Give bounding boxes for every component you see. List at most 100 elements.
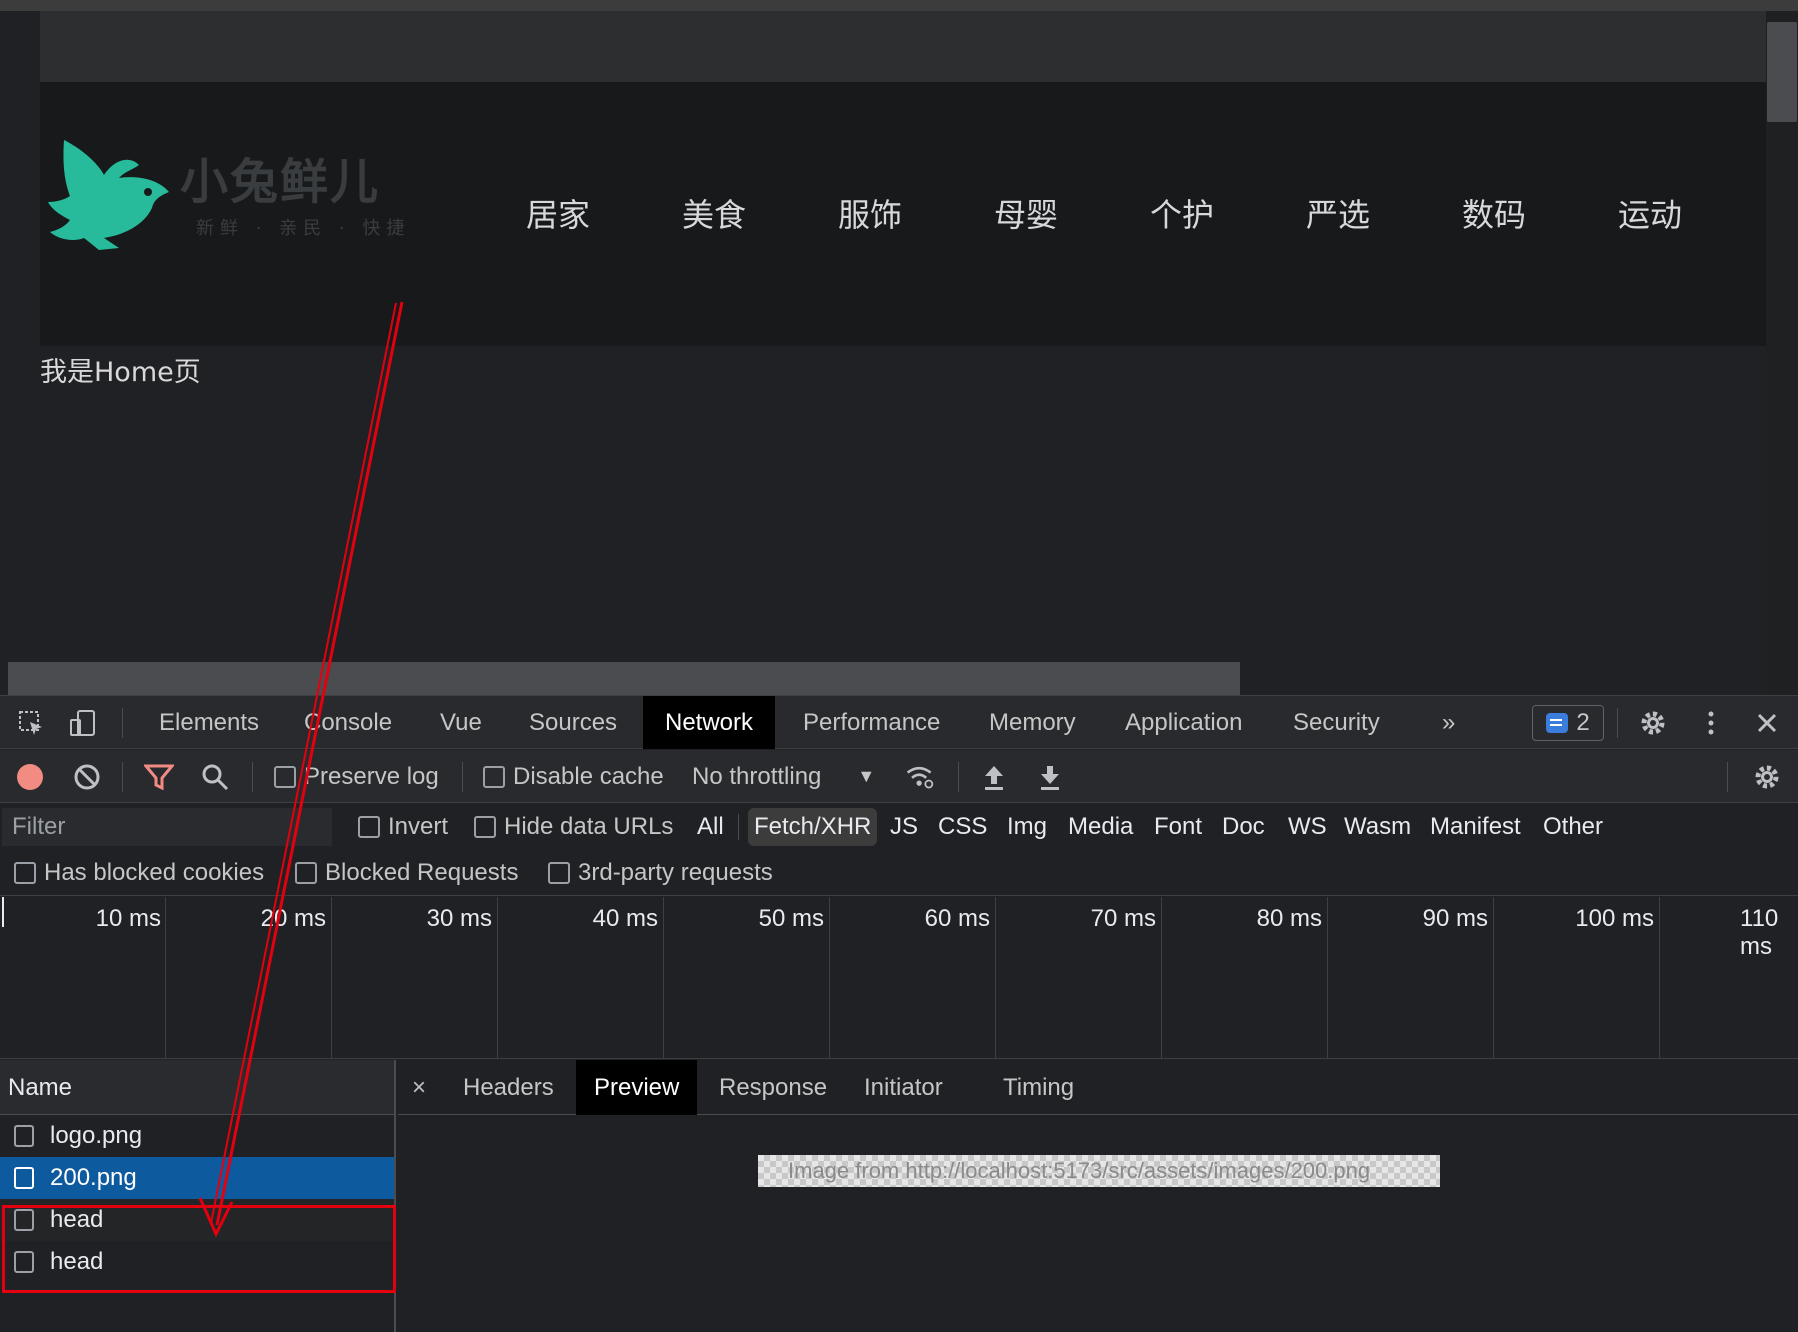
record-icon[interactable] bbox=[15, 762, 45, 792]
tick-label: 110 ms bbox=[1740, 905, 1779, 960]
settings-gear-icon[interactable] bbox=[1638, 708, 1668, 738]
request-row[interactable]: logo.png bbox=[0, 1115, 394, 1157]
blocked-requests-checkbox[interactable]: Blocked Requests bbox=[295, 850, 518, 896]
tick-label: 20 ms bbox=[260, 905, 326, 932]
third-party-requests-label: 3rd-party requests bbox=[578, 859, 773, 886]
tick-label: 40 ms bbox=[592, 905, 658, 932]
horizontal-scrollbar-thumb[interactable] bbox=[8, 662, 1240, 695]
timeline-start-marker[interactable] bbox=[2, 897, 4, 927]
filter-type-doc[interactable]: Doc bbox=[1216, 808, 1271, 846]
search-icon[interactable] bbox=[200, 762, 230, 792]
nav-item-food[interactable]: 美食 bbox=[682, 190, 838, 236]
disable-cache-checkbox[interactable]: Disable cache bbox=[483, 750, 664, 803]
tick-label: 60 ms bbox=[924, 905, 990, 932]
filter-funnel-icon[interactable] bbox=[144, 762, 174, 792]
tab-sources[interactable]: Sources bbox=[507, 696, 639, 749]
import-har-icon[interactable] bbox=[979, 762, 1009, 792]
close-devtools-icon[interactable] bbox=[1752, 708, 1782, 738]
tick-line bbox=[663, 897, 664, 1059]
nav-item-baby[interactable]: 母婴 bbox=[994, 190, 1150, 236]
tab-headers[interactable]: Headers bbox=[445, 1060, 572, 1115]
nav-item-home[interactable]: 居家 bbox=[526, 190, 682, 236]
toolbar-divider bbox=[252, 762, 253, 792]
site-logo[interactable]: 小兔鲜儿 新鲜 · 亲民 · 快捷 bbox=[44, 130, 439, 260]
filter-input[interactable] bbox=[2, 808, 332, 846]
vertical-scrollbar-thumb[interactable] bbox=[1767, 22, 1797, 122]
invert-checkbox[interactable]: Invert bbox=[358, 804, 448, 850]
devtools-tabbar: Elements Console Vue Sources Network Per… bbox=[0, 696, 1798, 749]
filter-type-js[interactable]: JS bbox=[884, 808, 924, 846]
checkbox[interactable] bbox=[274, 765, 296, 788]
site-header: 小兔鲜儿 新鲜 · 亲民 · 快捷 居家 美食 服饰 母婴 个护 严选 数码 运… bbox=[40, 82, 1766, 346]
nav-item-selected[interactable]: 严选 bbox=[1306, 190, 1462, 236]
tab-elements[interactable]: Elements bbox=[137, 696, 281, 749]
blocked-requests-label: Blocked Requests bbox=[325, 859, 519, 886]
filter-bar: Invert Hide data URLs All Fetch/XHR JS C… bbox=[0, 804, 1798, 850]
tick-label: 10 ms bbox=[95, 905, 161, 932]
nav-item-care[interactable]: 个护 bbox=[1150, 190, 1306, 236]
inspect-element-icon[interactable] bbox=[16, 708, 46, 738]
tab-console[interactable]: Console bbox=[282, 696, 414, 749]
tab-initiator[interactable]: Initiator bbox=[846, 1060, 961, 1115]
tab-response[interactable]: Response bbox=[701, 1060, 845, 1115]
filter-type-other[interactable]: Other bbox=[1537, 808, 1609, 846]
cookie-filter-bar: Has blocked cookies Blocked Requests 3rd… bbox=[0, 850, 1798, 896]
tab-timing[interactable]: Timing bbox=[985, 1060, 1092, 1115]
tab-performance[interactable]: Performance bbox=[781, 696, 962, 749]
checkbox[interactable] bbox=[14, 862, 36, 884]
checkbox[interactable] bbox=[295, 862, 317, 884]
tab-preview[interactable]: Preview bbox=[576, 1060, 698, 1115]
request-name: logo.png bbox=[50, 1122, 143, 1149]
checkbox[interactable] bbox=[483, 765, 505, 788]
logo-slogan: 新鲜 · 亲民 · 快捷 bbox=[196, 218, 411, 239]
checkbox[interactable] bbox=[548, 862, 570, 884]
has-blocked-cookies-checkbox[interactable]: Has blocked cookies bbox=[14, 850, 264, 896]
nav-item-digital[interactable]: 数码 bbox=[1462, 190, 1618, 236]
tab-application[interactable]: Application bbox=[1103, 696, 1264, 749]
page-top-bar bbox=[40, 11, 1766, 82]
request-type-icon bbox=[14, 1125, 34, 1147]
hide-data-urls-label: Hide data URLs bbox=[504, 813, 674, 840]
nav-item-sports[interactable]: 运动 bbox=[1618, 190, 1774, 236]
filter-type-ws[interactable]: WS bbox=[1282, 808, 1333, 846]
page-viewport: 小兔鲜儿 新鲜 · 亲民 · 快捷 居家 美食 服饰 母婴 个护 严选 数码 运… bbox=[0, 0, 1798, 695]
more-options-icon[interactable] bbox=[1696, 708, 1726, 738]
nav-item-clothing[interactable]: 服饰 bbox=[838, 190, 994, 236]
tab-security[interactable]: Security bbox=[1271, 696, 1402, 749]
third-party-requests-checkbox[interactable]: 3rd-party requests bbox=[548, 850, 773, 896]
close-detail-icon[interactable]: × bbox=[412, 1060, 426, 1115]
export-har-icon[interactable] bbox=[1035, 762, 1065, 792]
name-column-header[interactable]: Name bbox=[0, 1060, 394, 1115]
filter-type-font[interactable]: Font bbox=[1148, 808, 1208, 846]
dropdown-arrow-icon: ▼ bbox=[857, 766, 876, 786]
tick-line bbox=[1493, 897, 1494, 1059]
clear-icon[interactable] bbox=[72, 762, 102, 792]
timeline-overview[interactable]: 10 ms 20 ms 30 ms 40 ms 50 ms 60 ms 70 m… bbox=[0, 897, 1798, 1059]
throttling-select[interactable]: No throttling ▼ bbox=[692, 750, 875, 803]
issues-count: 2 bbox=[1576, 709, 1590, 736]
filter-type-wasm[interactable]: Wasm bbox=[1338, 808, 1417, 846]
tick-label: 50 ms bbox=[758, 905, 824, 932]
filter-type-all[interactable]: All bbox=[691, 808, 730, 846]
filter-type-manifest[interactable]: Manifest bbox=[1424, 808, 1527, 846]
filter-type-fetch-xhr[interactable]: Fetch/XHR bbox=[748, 808, 878, 846]
preserve-log-checkbox[interactable]: Preserve log bbox=[274, 750, 439, 803]
filter-type-css[interactable]: CSS bbox=[932, 808, 993, 846]
checkbox[interactable] bbox=[358, 816, 380, 838]
viewport-gutter bbox=[0, 11, 40, 695]
preserve-log-label: Preserve log bbox=[304, 763, 439, 790]
network-conditions-icon[interactable] bbox=[905, 762, 935, 792]
hide-data-urls-checkbox[interactable]: Hide data URLs bbox=[474, 804, 673, 850]
tab-memory[interactable]: Memory bbox=[967, 696, 1098, 749]
device-toolbar-icon[interactable] bbox=[68, 708, 98, 738]
request-row-selected[interactable]: 200.png bbox=[0, 1157, 394, 1199]
filter-type-img[interactable]: Img bbox=[1001, 808, 1053, 846]
tab-network[interactable]: Network bbox=[643, 696, 776, 749]
issues-badge[interactable]: 2 bbox=[1532, 705, 1604, 741]
tick-line bbox=[165, 897, 166, 1059]
network-settings-gear-icon[interactable] bbox=[1752, 762, 1782, 792]
checkbox[interactable] bbox=[474, 816, 496, 838]
filter-type-media[interactable]: Media bbox=[1062, 808, 1139, 846]
more-tabs-icon[interactable]: » bbox=[1420, 696, 1477, 749]
tab-vue[interactable]: Vue bbox=[418, 696, 504, 749]
